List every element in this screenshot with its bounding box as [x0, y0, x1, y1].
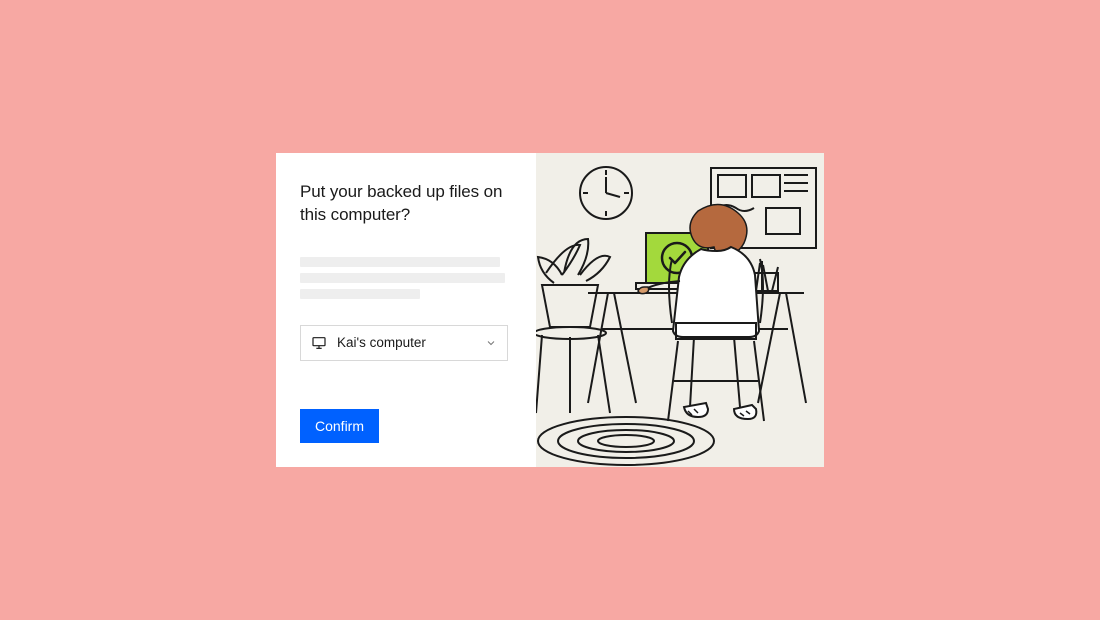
computer-select-value: Kai's computer [337, 335, 475, 350]
chevron-down-icon [485, 337, 497, 349]
placeholder-line [300, 289, 420, 299]
confirm-button[interactable]: Confirm [300, 409, 379, 443]
placeholder-line [300, 257, 500, 267]
dialog-illustration [536, 153, 824, 467]
monitor-icon [311, 335, 327, 351]
dialog-title: Put your backed up files on this compute… [300, 181, 512, 227]
backup-dialog: Put your backed up files on this compute… [276, 153, 824, 467]
placeholder-line [300, 273, 505, 283]
computer-select[interactable]: Kai's computer [300, 325, 508, 361]
dialog-left-panel: Put your backed up files on this compute… [276, 153, 536, 467]
desk-illustration [536, 153, 824, 467]
